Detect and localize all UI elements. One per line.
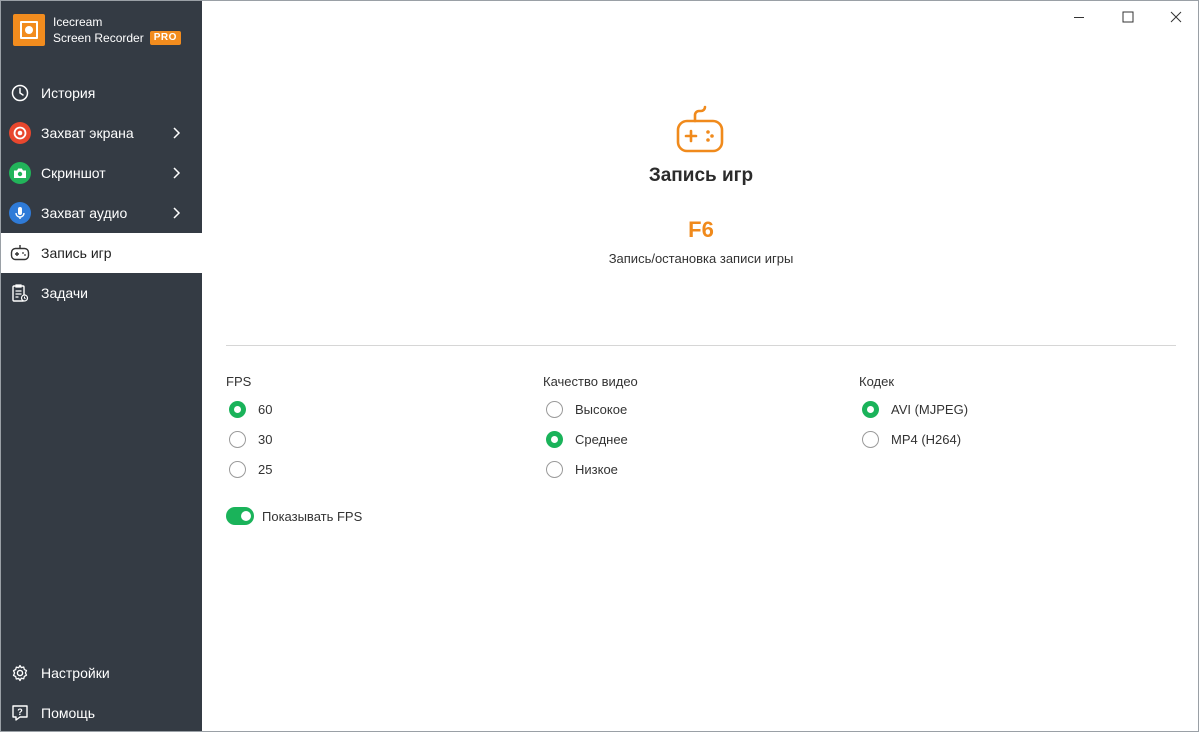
sidebar-item-label: Задачи xyxy=(41,285,89,301)
close-button[interactable] xyxy=(1161,5,1191,29)
gear-icon xyxy=(9,662,31,684)
sidebar-item-label: Помощь xyxy=(41,705,96,721)
quality-option-low[interactable]: Низкое xyxy=(546,459,618,479)
codec-group-title: Кодек xyxy=(859,374,895,389)
show-fps-toggle[interactable]: Показывать FPS xyxy=(226,507,362,525)
maximize-button[interactable] xyxy=(1113,5,1143,29)
microphone-icon xyxy=(9,202,31,224)
section-divider xyxy=(226,345,1176,346)
radio-unselected-icon xyxy=(546,460,563,478)
gamepad-icon xyxy=(9,242,31,264)
chevron-right-icon xyxy=(173,207,181,219)
radio-label: Среднее xyxy=(575,431,628,447)
sidebar-item-tasks[interactable]: Задачи xyxy=(1,273,202,313)
clock-icon xyxy=(9,82,31,104)
fps-option-25[interactable]: 25 xyxy=(229,459,272,479)
radio-label: 25 xyxy=(258,461,273,477)
hotkey-description: Запись/остановка записи игры xyxy=(608,251,794,266)
maximize-icon xyxy=(1122,11,1134,23)
chevron-right-icon xyxy=(173,167,181,179)
sidebar: Icecream Screen Recorder PRO История Зах… xyxy=(1,1,202,731)
radio-unselected-icon xyxy=(862,430,879,448)
radio-selected-icon xyxy=(229,400,246,418)
sidebar-item-label: Захват аудио xyxy=(41,205,128,221)
help-icon: ? xyxy=(9,702,31,724)
radio-selected-icon xyxy=(546,430,563,448)
sidebar-item-history[interactable]: История xyxy=(1,73,202,113)
radio-selected-icon xyxy=(862,400,879,418)
chevron-right-icon xyxy=(173,127,181,139)
app-window: Icecream Screen Recorder PRO История Зах… xyxy=(0,0,1199,732)
toggle-label: Показывать FPS xyxy=(262,508,363,524)
camera-icon xyxy=(9,162,31,184)
app-name-line1: Icecream xyxy=(53,15,103,29)
sidebar-item-label: Захват экрана xyxy=(41,125,134,141)
app-logo-icon xyxy=(13,14,45,46)
sidebar-item-game-recording[interactable]: Запись игр xyxy=(1,233,202,273)
sidebar-item-label: Скриншот xyxy=(41,165,106,181)
sidebar-item-audio-capture[interactable]: Захват аудио xyxy=(1,193,202,233)
codec-option-mp4[interactable]: MP4 (H264) xyxy=(862,429,961,449)
gamepad-icon xyxy=(676,105,724,153)
quality-option-high[interactable]: Высокое xyxy=(546,399,627,419)
toggle-switch-icon xyxy=(226,507,254,525)
radio-unselected-icon xyxy=(229,430,246,448)
quality-option-medium[interactable]: Среднее xyxy=(546,429,628,449)
minimize-icon xyxy=(1074,17,1084,18)
tasks-icon xyxy=(9,282,31,304)
radio-unselected-icon xyxy=(229,460,246,478)
codec-option-avi[interactable]: AVI (MJPEG) xyxy=(862,399,968,419)
radio-label: Высокое xyxy=(575,401,628,417)
svg-text:?: ? xyxy=(17,707,23,717)
sidebar-item-label: Запись игр xyxy=(41,245,112,261)
radio-label: MP4 (H264) xyxy=(891,431,962,447)
sidebar-item-label: История xyxy=(41,85,96,101)
radio-unselected-icon xyxy=(546,400,563,418)
radio-label: AVI (MJPEG) xyxy=(891,401,969,417)
quality-group-title: Качество видео xyxy=(543,374,638,389)
sidebar-item-help[interactable]: ? Помощь xyxy=(1,693,202,732)
pro-badge: PRO xyxy=(149,31,181,45)
radio-label: Низкое xyxy=(575,461,618,477)
app-name-line2: Screen Recorder xyxy=(53,31,144,45)
sidebar-item-label: Настройки xyxy=(41,665,110,681)
minimize-button[interactable] xyxy=(1064,5,1094,29)
sidebar-item-screenshot[interactable]: Скриншот xyxy=(1,153,202,193)
radio-label: 30 xyxy=(258,431,273,447)
app-brand: Icecream Screen Recorder PRO xyxy=(13,13,181,47)
sidebar-item-screen-capture[interactable]: Захват экрана xyxy=(1,113,202,153)
fps-group-title: FPS xyxy=(226,374,252,389)
close-icon xyxy=(1170,11,1182,23)
record-icon xyxy=(9,122,31,144)
fps-option-30[interactable]: 30 xyxy=(229,429,272,449)
sidebar-item-settings[interactable]: Настройки xyxy=(1,653,202,693)
fps-option-60[interactable]: 60 xyxy=(229,399,272,419)
radio-label: 60 xyxy=(258,401,273,417)
page-title: Запись игр xyxy=(648,165,754,186)
hotkey-value: F6 xyxy=(688,217,714,242)
